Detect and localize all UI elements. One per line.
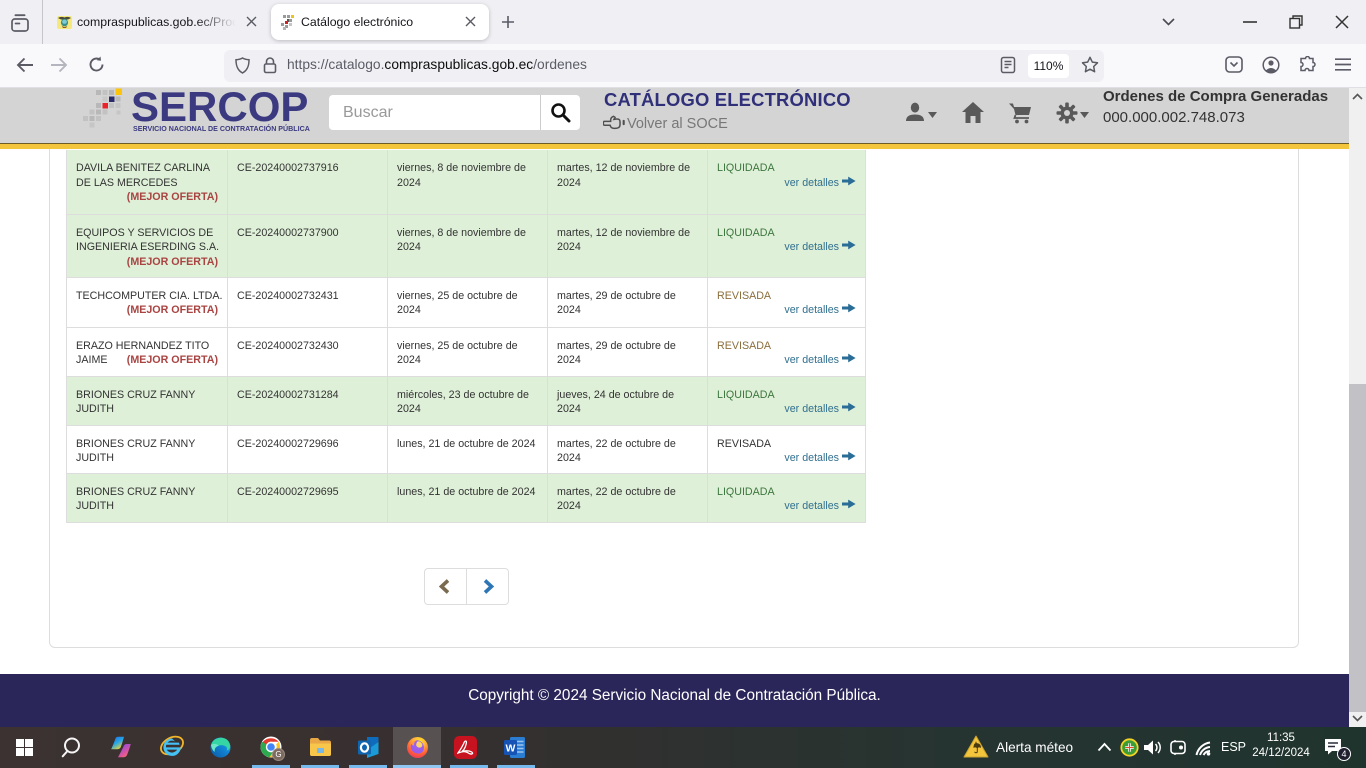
svg-text:W: W — [506, 743, 516, 755]
